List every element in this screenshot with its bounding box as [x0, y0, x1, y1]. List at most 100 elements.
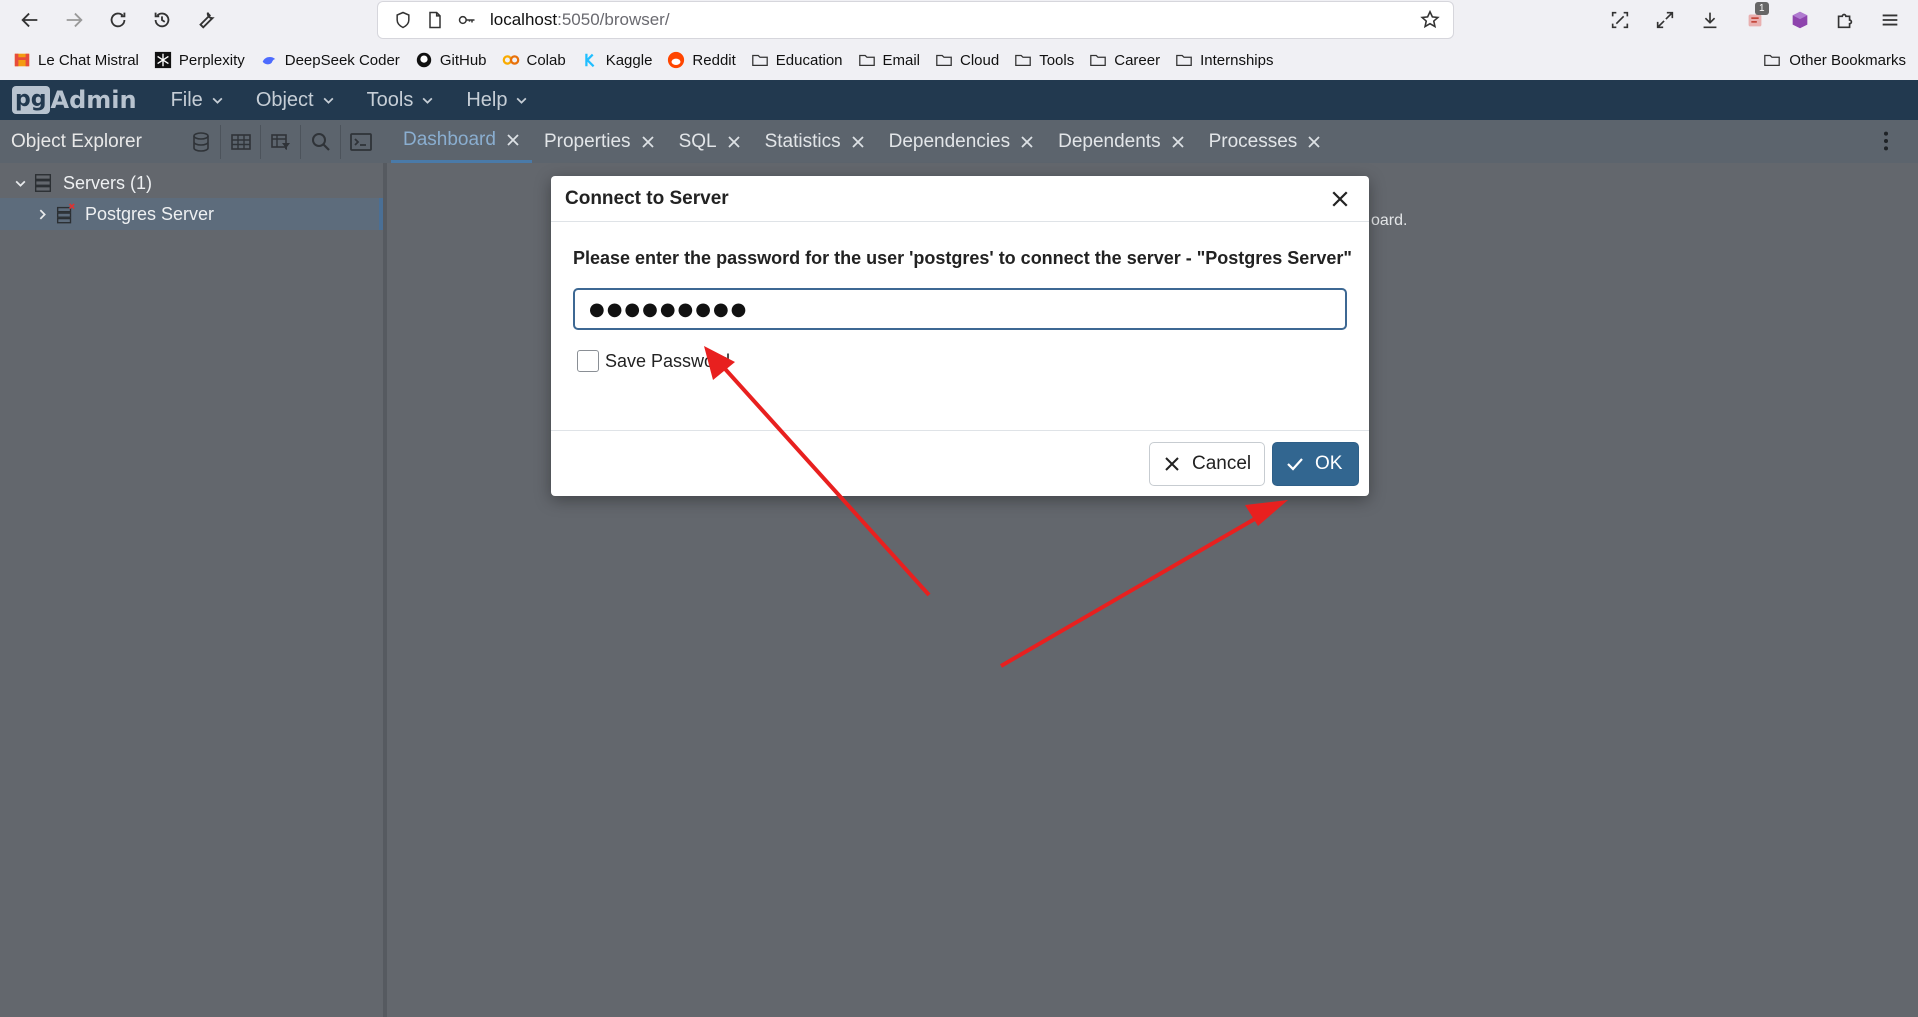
close-icon[interactable] [851, 135, 865, 149]
bookmark-star-icon[interactable] [1415, 5, 1445, 35]
more-options-button[interactable] [1874, 128, 1898, 154]
browser-toolbar: localhost:5050/browser/ 1 [0, 0, 1918, 40]
tab-processes[interactable]: Processes [1197, 120, 1334, 163]
ok-button[interactable]: OK [1272, 442, 1359, 486]
bookmark-folder-internships[interactable]: Internships [1174, 45, 1280, 75]
psql-tool-button[interactable] [341, 125, 381, 159]
tree-node-postgres-server[interactable]: Postgres Server [0, 198, 383, 230]
chevron-down-icon[interactable] [9, 172, 31, 194]
menu-help[interactable]: Help [466, 89, 528, 112]
close-icon[interactable] [506, 133, 520, 147]
bookmark-folder-career[interactable]: Career [1088, 45, 1167, 75]
database-icon [192, 131, 209, 152]
tools-button[interactable] [184, 0, 228, 40]
bookmark-mistral[interactable]: Le Chat Mistral [12, 45, 146, 75]
tab-sql[interactable]: SQL [667, 120, 753, 163]
pgadmin-logo: pg Admin [12, 80, 137, 120]
arrow-right-icon [66, 12, 83, 28]
other-bookmarks[interactable]: Other Bookmarks [1763, 45, 1906, 75]
bookmark-reddit[interactable]: Reddit [666, 45, 742, 75]
fullscreen-button[interactable] [1642, 0, 1687, 40]
github-icon [414, 50, 434, 70]
extensions-button[interactable] [1822, 0, 1867, 40]
save-password-checkbox[interactable] [577, 350, 599, 372]
tab-properties[interactable]: Properties [532, 120, 667, 163]
bookmark-folder-cloud[interactable]: Cloud [934, 45, 1006, 75]
bookmark-folder-tools[interactable]: Tools [1013, 45, 1081, 75]
mistral-icon [12, 50, 32, 70]
url-text[interactable]: localhost:5050/browser/ [490, 10, 670, 30]
history-icon [154, 12, 170, 28]
tree-node-servers[interactable]: Servers (1) [0, 167, 152, 199]
view-data-button[interactable] [221, 124, 261, 159]
dialog-title: Connect to Server [565, 187, 729, 209]
back-button[interactable] [8, 0, 52, 40]
address-bar[interactable]: localhost:5050/browser/ [378, 2, 1453, 38]
close-icon[interactable] [1171, 135, 1185, 149]
bookmark-colab[interactable]: Colab [501, 45, 573, 75]
other-bookmarks-label: Other Bookmarks [1789, 51, 1906, 69]
cancel-button[interactable]: Cancel [1149, 442, 1265, 486]
bookmark-label: Perplexity [178, 51, 245, 69]
object-explorer-tools [181, 124, 381, 159]
close-icon[interactable] [727, 135, 741, 149]
screenshot-button[interactable] [1597, 0, 1642, 40]
dashboard-background-text: oard. [1371, 212, 1408, 229]
history-button[interactable] [140, 0, 184, 40]
dialog-header: Connect to Server [551, 176, 1369, 222]
tab-label: Statistics [764, 130, 841, 152]
tab-statistics[interactable]: Statistics [753, 120, 877, 163]
bookmark-perplexity[interactable]: Perplexity [153, 45, 252, 75]
table-icon [230, 133, 251, 150]
password-input[interactable]: ●●●●●●●●● [573, 288, 1347, 330]
key-icon[interactable] [452, 5, 482, 35]
expand-icon [1656, 11, 1673, 29]
tab-dashboard[interactable]: Dashboard [391, 120, 532, 163]
panel-tabs: Dashboard Properties SQL Statistics Depe… [383, 120, 1918, 163]
downloads-button[interactable] [1687, 0, 1732, 40]
url-host: localhost [490, 10, 558, 29]
reload-button[interactable] [96, 0, 140, 40]
folder-icon [1013, 50, 1033, 70]
search-objects-button[interactable] [301, 124, 341, 159]
menu-file[interactable]: File [171, 89, 224, 112]
pgadmin-header: pg Admin File Object Tools Help [0, 80, 1918, 120]
cube-extension-button[interactable] [1777, 0, 1822, 40]
tab-dependents[interactable]: Dependents [1046, 120, 1196, 163]
query-tool-button[interactable] [181, 124, 221, 159]
tab-dependencies[interactable]: Dependencies [877, 120, 1046, 163]
wrench-icon [199, 12, 215, 29]
bookmark-github[interactable]: GitHub [414, 45, 494, 75]
chevron-right-icon[interactable] [31, 203, 53, 225]
folder-icon [1174, 50, 1194, 70]
object-explorer-tree: Servers (1) Postgres Server [0, 163, 383, 1017]
menu-label: Object [255, 88, 314, 111]
extension-button[interactable]: 1 [1732, 0, 1777, 40]
page-icon[interactable] [420, 5, 450, 35]
screenshot-icon [1611, 11, 1628, 29]
hamburger-icon [1882, 14, 1897, 26]
bookmark-kaggle[interactable]: Kaggle [580, 45, 660, 75]
shield-icon[interactable] [388, 5, 418, 35]
cube-icon [1792, 11, 1807, 29]
menu-tools[interactable]: Tools [367, 89, 435, 112]
bookmark-folder-education[interactable]: Education [750, 45, 850, 75]
save-password-label[interactable]: Save Password [605, 351, 730, 372]
close-icon[interactable] [1307, 135, 1321, 149]
forward-button[interactable] [52, 0, 96, 40]
bookmark-label: Career [1114, 51, 1161, 69]
filtered-rows-button[interactable] [261, 124, 301, 159]
tab-label: Dashboard [403, 129, 496, 150]
server-group-icon [31, 171, 55, 195]
close-icon[interactable] [641, 135, 655, 149]
menu-label: File [170, 88, 203, 111]
dialog-close-button[interactable] [1329, 188, 1351, 210]
bookmark-folder-email[interactable]: Email [857, 45, 928, 75]
close-icon[interactable] [1020, 135, 1034, 149]
bookmark-deepseek[interactable]: DeepSeek Coder [259, 45, 407, 75]
menu-object[interactable]: Object [256, 89, 335, 112]
folder-icon [857, 50, 877, 70]
checkmark-icon [1285, 454, 1305, 474]
save-password-row: Save Password [577, 350, 1347, 372]
menu-button[interactable] [1867, 0, 1912, 40]
